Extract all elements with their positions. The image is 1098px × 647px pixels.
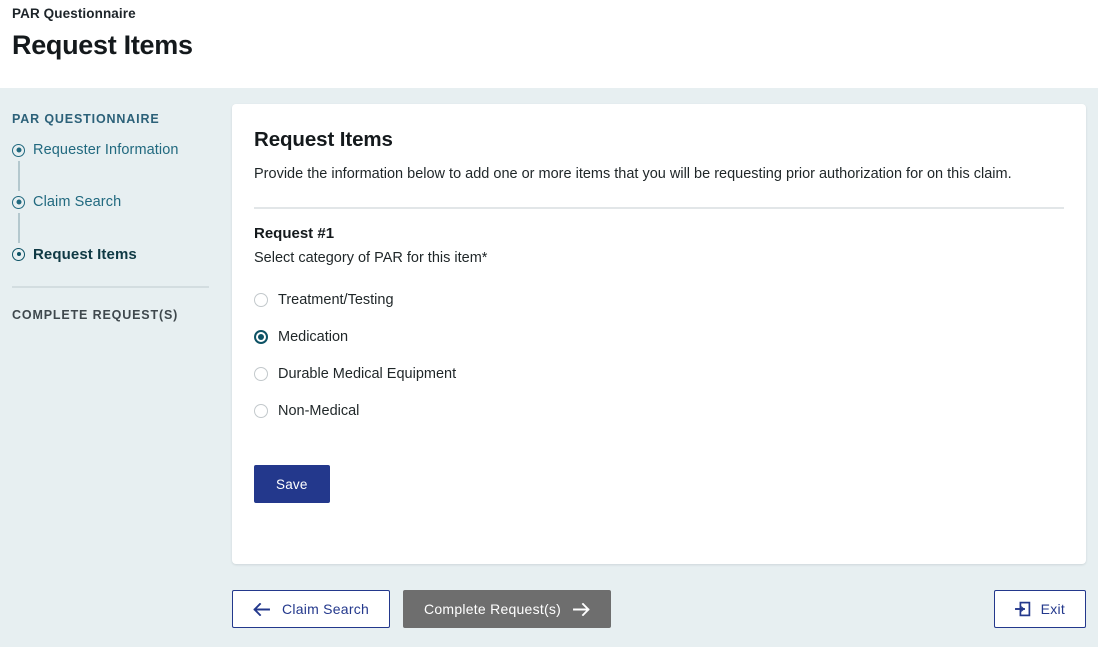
- radio-option-label: Medication: [278, 329, 348, 345]
- radio-unchecked-icon[interactable]: [254, 367, 268, 381]
- radio-option-label: Non-Medical: [278, 403, 359, 419]
- footer-navigation: Claim Search Complete Request(s): [232, 590, 1086, 628]
- page-header: PAR Questionnaire Request Items: [0, 0, 1098, 88]
- filled-circle-icon: [12, 144, 25, 157]
- radio-unchecked-icon[interactable]: [254, 404, 268, 418]
- complete-requests-button[interactable]: Complete Request(s): [403, 590, 611, 628]
- radio-option-medication[interactable]: Medication: [254, 329, 348, 345]
- logout-icon: [1015, 601, 1031, 617]
- sidebar-item-request-items[interactable]: Request Items: [12, 244, 232, 264]
- card-title: Request Items: [254, 128, 1064, 152]
- radio-option-treatment-testing[interactable]: Treatment/Testing: [254, 292, 394, 308]
- arrow-right-icon: [573, 603, 590, 616]
- radio-option-non-medical[interactable]: Non-Medical: [254, 403, 359, 419]
- sidebar-section-title: PAR QUESTIONNAIRE: [12, 112, 232, 126]
- current-circle-icon: [12, 248, 25, 261]
- request-items-card: Request Items Provide the information be…: [232, 104, 1086, 564]
- arrow-left-icon: [253, 603, 270, 616]
- radio-checked-icon[interactable]: [254, 330, 268, 344]
- main-content: Request Items Provide the information be…: [232, 88, 1098, 628]
- request-number-label: Request #1: [254, 225, 1064, 242]
- sidebar-item-claim-search[interactable]: Claim Search: [12, 192, 232, 212]
- sidebar-item-label: Requester Information: [33, 142, 179, 158]
- filled-circle-icon: [12, 196, 25, 209]
- exit-button-label: Exit: [1041, 601, 1065, 617]
- back-button-label: Claim Search: [282, 601, 369, 617]
- sidebar-item-label: Request Items: [33, 246, 137, 263]
- par-category-radio-group: Treatment/Testing Medication Durable Med…: [254, 292, 1064, 419]
- sidebar-divider: [12, 286, 209, 288]
- sidebar-item-label: Claim Search: [33, 194, 121, 210]
- exit-button[interactable]: Exit: [994, 590, 1086, 628]
- step-connector: [18, 213, 20, 243]
- category-field-prompt: Select category of PAR for this item*: [254, 250, 1064, 266]
- page-body: PAR QUESTIONNAIRE Requester Information …: [0, 88, 1098, 647]
- radio-unchecked-icon[interactable]: [254, 293, 268, 307]
- sidebar-section-title-complete: COMPLETE REQUEST(S): [12, 308, 232, 322]
- breadcrumb: PAR Questionnaire: [12, 6, 1098, 22]
- sidebar-item-requester-information[interactable]: Requester Information: [12, 140, 232, 160]
- sidebar-steps: Requester Information Claim Search Reque…: [12, 140, 232, 264]
- step-connector: [18, 161, 20, 191]
- radio-option-durable-medical-equipment[interactable]: Durable Medical Equipment: [254, 366, 456, 382]
- radio-option-label: Durable Medical Equipment: [278, 366, 456, 382]
- card-description: Provide the information below to add one…: [254, 164, 1024, 185]
- page-title: Request Items: [12, 30, 1098, 60]
- save-button[interactable]: Save: [254, 465, 330, 503]
- back-to-claim-search-button[interactable]: Claim Search: [232, 590, 390, 628]
- sidebar: PAR QUESTIONNAIRE Requester Information …: [0, 88, 232, 336]
- next-button-label: Complete Request(s): [424, 601, 561, 617]
- radio-option-label: Treatment/Testing: [278, 292, 394, 308]
- card-divider: [254, 207, 1064, 209]
